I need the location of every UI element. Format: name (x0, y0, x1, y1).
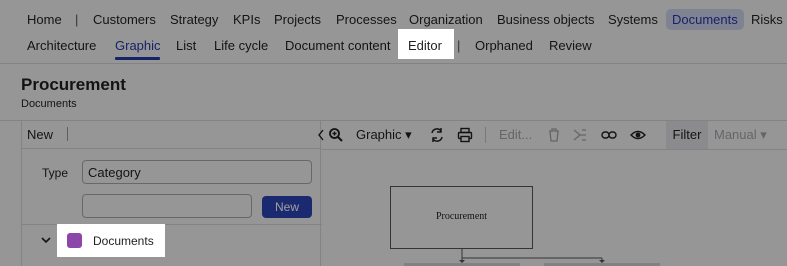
trash-icon[interactable] (546, 127, 562, 143)
tab-editor[interactable]: Editor (398, 29, 454, 59)
header-divider (0, 63, 787, 64)
toolbar-separator (67, 127, 68, 141)
tab-editor-label: Editor (408, 38, 442, 53)
new-menu-button[interactable]: New (27, 127, 53, 142)
tab-document-content[interactable]: Document content (285, 38, 391, 53)
active-tab-indicator (115, 57, 160, 60)
nav-systems[interactable]: Systems (608, 12, 658, 27)
move-icon[interactable] (572, 127, 588, 143)
tab-separator: | (457, 38, 461, 53)
nav-projects[interactable]: Projects (274, 12, 321, 27)
new-button[interactable]: New (262, 196, 312, 218)
nav-business-objects[interactable]: Business objects (497, 12, 595, 27)
chevron-down-icon[interactable] (41, 235, 51, 245)
name-input[interactable] (82, 194, 252, 218)
nav-customers[interactable]: Customers (93, 12, 156, 27)
category-color-icon (67, 233, 82, 248)
nav-organization[interactable]: Organization (409, 12, 483, 27)
tab-orphaned[interactable]: Orphaned (475, 38, 533, 53)
chevron-left-icon[interactable] (316, 128, 326, 142)
eye-icon[interactable] (630, 127, 646, 143)
page-title: Procurement (21, 75, 126, 94)
nav-separator: | (75, 12, 79, 27)
diagram-connectors (404, 248, 660, 266)
page-subtitle: Documents (21, 98, 77, 110)
nav-processes[interactable]: Processes (336, 12, 397, 27)
tree-item-documents[interactable]: Documents (57, 224, 165, 257)
left-toolbar: New (22, 121, 322, 149)
graphic-toolbar: Graphic ▾ Edit... Filter Manual ▾ (318, 121, 787, 149)
layout-select[interactable]: Manual ▾ (714, 127, 767, 143)
secondary-nav: Architecture Graphic List Life cycle Doc… (0, 32, 787, 62)
nav-home[interactable]: Home (27, 12, 62, 27)
diagram-node[interactable]: Procurement (390, 186, 533, 249)
nav-documents[interactable]: Documents (666, 9, 744, 30)
diagram-node-label: Procurement (435, 211, 488, 222)
nav-risks[interactable]: Risks (751, 12, 783, 27)
link-icon[interactable] (601, 127, 617, 143)
nav-kpis[interactable]: KPIs (233, 12, 260, 27)
type-select[interactable]: Category (82, 160, 312, 184)
tab-architecture[interactable]: Architecture (27, 38, 96, 53)
type-label: Type (42, 166, 69, 180)
tab-graphic[interactable]: Graphic (115, 38, 161, 53)
nav-strategy[interactable]: Strategy (170, 12, 218, 27)
zoom-in-icon[interactable] (328, 127, 344, 143)
toolbar-separator (485, 127, 486, 143)
tab-review[interactable]: Review (549, 38, 592, 53)
refresh-icon[interactable] (429, 127, 445, 143)
primary-nav: Home | Customers Strategy KPIs Projects … (0, 0, 787, 36)
tab-life-cycle[interactable]: Life cycle (214, 38, 268, 53)
edit-button[interactable]: Edit... (499, 127, 532, 142)
filter-button[interactable]: Filter (666, 121, 708, 149)
print-icon[interactable] (457, 127, 473, 143)
layout-select-label: Manual (714, 127, 757, 142)
right-panel: Graphic ▾ Edit... Filter Manual ▾ Procur… (318, 121, 787, 266)
toolbar-divider (322, 149, 787, 150)
tree-item-label: Documents (93, 234, 154, 248)
tab-list[interactable]: List (176, 38, 196, 53)
view-select-label: Graphic (356, 127, 402, 142)
view-select[interactable]: Graphic ▾ (356, 127, 412, 143)
